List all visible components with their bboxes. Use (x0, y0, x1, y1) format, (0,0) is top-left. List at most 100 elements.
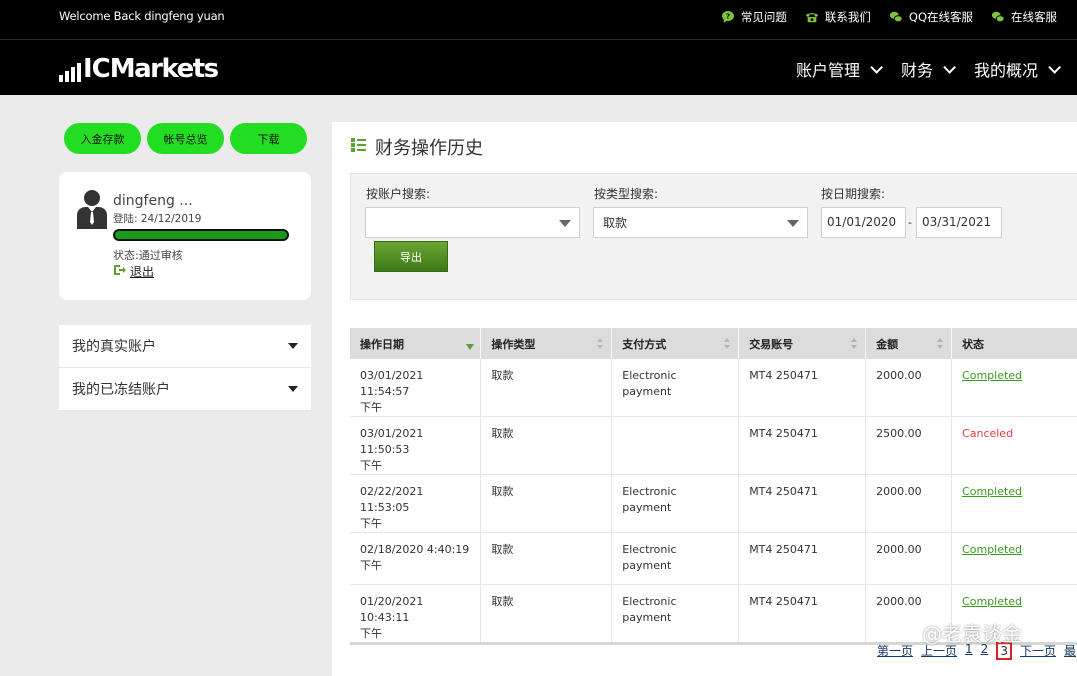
page-first[interactable]: 第一页 (877, 642, 913, 660)
cell-amount: 2500.00 (865, 416, 953, 475)
cell-status: Completed (951, 359, 1077, 417)
cell-account: MT4 250471 (738, 416, 867, 475)
chat-bubbles-icon (889, 10, 903, 24)
page-next[interactable]: 下一页 (1020, 642, 1056, 660)
menu-account-management[interactable]: 账户管理 (796, 57, 883, 81)
col-amount[interactable]: 金额 (865, 328, 953, 359)
status-completed-link[interactable]: Completed (962, 369, 1022, 382)
qq-support-link[interactable]: QQ在线客服 (889, 9, 973, 25)
chevron-down-icon (1048, 60, 1061, 74)
cell-type: 取款 (480, 584, 613, 645)
logout-link[interactable]: 退出 (113, 263, 154, 280)
cell-amount: 2000.00 (865, 359, 953, 417)
deposit-button[interactable]: 入金存款 (64, 123, 141, 154)
logo-bars-icon (59, 60, 81, 82)
logo-ic-text: IC (83, 54, 111, 84)
cell-amount: 2000.00 (865, 474, 953, 533)
cell-date: 03/01/2021 11:50:53 下午 (350, 416, 482, 475)
main-menu: 账户管理 财务 我的概况 (796, 57, 1061, 81)
page-last[interactable]: 最 (1064, 642, 1076, 660)
cell-method: Electronic payment (611, 584, 740, 645)
cell-status: Completed (951, 474, 1077, 533)
main-nav-bar: IC Markets 账户管理 财务 我的概况 (0, 40, 1077, 95)
profile-name: dingfeng ... (113, 193, 193, 209)
utility-links: ? 常见问题 联系我们 QQ在线客服 在线客服 (721, 9, 1057, 25)
download-button[interactable]: 下载 (230, 123, 307, 154)
svg-text:?: ? (726, 13, 730, 21)
real-accounts-toggle[interactable]: 我的真实账户 (59, 325, 311, 368)
cell-amount: 2000.00 (865, 532, 953, 585)
date-filter-label: 按日期搜索: (821, 187, 886, 201)
table-row: 03/01/2021 11:50:53 下午 取款 MT4 250471 2500… (350, 416, 1077, 475)
online-support-link[interactable]: 在线客服 (991, 9, 1057, 25)
cell-method (611, 416, 740, 475)
account-filter-label: 按账户搜索: (366, 187, 431, 201)
cell-account: MT4 250471 (738, 474, 867, 533)
date-from-input[interactable]: 01/01/2020 (821, 207, 906, 238)
menu-finance[interactable]: 财务 (901, 57, 956, 81)
col-operation-type[interactable]: 操作类型 (480, 328, 613, 359)
frozen-accounts-toggle[interactable]: 我的已冻结账户 (59, 368, 311, 411)
logout-label: 退出 (130, 265, 155, 279)
cell-date: 03/01/2021 11:54:57 下午 (350, 359, 482, 417)
profile-progress-bar (113, 229, 289, 241)
account-filter-select[interactable] (365, 207, 580, 238)
col-payment-method[interactable]: 支付方式 (611, 328, 740, 359)
top-utility-bar: Welcome Back dingfeng yuan ? 常见问题 联系我们 Q… (0, 0, 1077, 40)
date-separator: - (908, 216, 912, 229)
cell-type: 取款 (480, 416, 613, 475)
list-icon (351, 137, 367, 158)
status-canceled-text: Canceled (962, 427, 1014, 440)
cell-type: 取款 (480, 359, 613, 417)
filter-panel: 按账户搜索: 按类型搜索: 取款 按日期搜索: 01/01/2020 - 03/… (350, 173, 1077, 300)
finance-history-panel: 财务操作历史 按账户搜索: 按类型搜索: 取款 按日期搜索: 01/01/202… (332, 122, 1077, 676)
page-title: 财务操作历史 (351, 134, 483, 160)
col-status[interactable]: 状态 (951, 328, 1077, 359)
table-row: 02/22/2021 11:53:05 下午 取款 Electronic paym… (350, 474, 1077, 533)
account-overview-button[interactable]: 帐号总览 (147, 123, 224, 154)
cell-account: MT4 250471 (738, 584, 867, 645)
faq-link[interactable]: ? 常见问题 (721, 9, 787, 25)
sort-icon (597, 338, 604, 350)
status-completed-link[interactable]: Completed (962, 485, 1022, 498)
table-row: 02/18/2020 4:40:19 下午 取款 Electronic payme… (350, 532, 1077, 585)
date-to-input[interactable]: 03/31/2021 (916, 207, 1002, 238)
cell-method: Electronic payment (611, 532, 740, 585)
cell-date: 02/18/2020 4:40:19 下午 (350, 532, 482, 585)
type-filter-value: 取款 (603, 216, 628, 230)
type-filter-select[interactable]: 取款 (593, 207, 808, 238)
contact-label: 联系我们 (824, 10, 871, 24)
cell-method: Electronic payment (611, 474, 740, 533)
welcome-text: Welcome Back dingfeng yuan (59, 9, 225, 23)
profile-login-date: 登陆: 24/12/2019 (113, 213, 202, 225)
cell-account: MT4 250471 (738, 359, 867, 417)
caret-down-icon (288, 343, 298, 349)
cell-type: 取款 (480, 474, 613, 533)
cell-type: 取款 (480, 532, 613, 585)
chat-bubbles-icon (991, 10, 1005, 24)
ic-markets-logo[interactable]: IC Markets (59, 54, 219, 84)
menu-my-overview-label: 我的概况 (973, 61, 1038, 80)
col-operation-date[interactable]: 操作日期 (350, 328, 482, 359)
frozen-accounts-label: 我的已冻结账户 (72, 382, 170, 398)
sort-desc-icon (466, 344, 475, 350)
cell-date: 01/20/2021 10:43:11 下午 (350, 584, 482, 645)
dropdown-arrow-icon (787, 220, 799, 227)
sort-icon (937, 338, 944, 350)
sort-icon (851, 338, 858, 350)
status-completed-link[interactable]: Completed (962, 543, 1022, 556)
status-completed-link[interactable]: Completed (962, 595, 1022, 608)
quick-actions: 入金存款 帐号总览 下载 (64, 123, 307, 154)
profile-status: 状态:通过审核 (113, 249, 183, 262)
logout-icon (113, 264, 127, 279)
menu-my-overview[interactable]: 我的概况 (973, 57, 1061, 81)
watermark-text: @老袁谈金 (922, 622, 1022, 646)
logo-markets-text: Markets (109, 54, 219, 84)
col-trading-account[interactable]: 交易账号 (738, 328, 867, 359)
export-button[interactable]: 导出 (374, 241, 448, 272)
chevron-down-icon (943, 60, 956, 74)
page-title-text: 财务操作历史 (375, 138, 483, 159)
online-support-label: 在线客服 (1011, 10, 1057, 24)
contact-link[interactable]: 联系我们 (805, 9, 871, 25)
type-filter-label: 按类型搜索: (594, 187, 659, 201)
